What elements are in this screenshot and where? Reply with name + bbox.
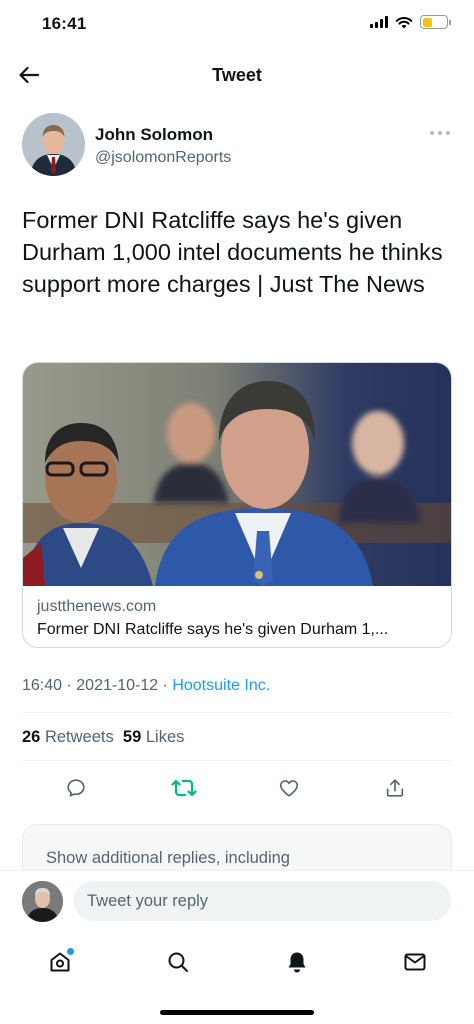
home-indicator <box>160 1010 314 1015</box>
retweet-button[interactable] <box>166 770 202 806</box>
tweet-author: John Solomon @jsolomonReports <box>22 113 452 179</box>
card-title: Former DNI Ratcliffe says he's given Dur… <box>37 621 389 638</box>
retweets-count: 26 <box>22 728 41 746</box>
nav-home[interactable] <box>40 942 80 982</box>
status-icons <box>370 15 451 29</box>
card-image <box>23 363 451 586</box>
user-avatar-image <box>22 881 63 922</box>
user-avatar[interactable] <box>22 881 63 922</box>
battery-icon <box>420 15 451 29</box>
tweet-text: Former DNI Ratcliffe says he's given Dur… <box>22 207 443 297</box>
bottom-navigation <box>0 930 474 1024</box>
retweet-icon <box>171 779 197 797</box>
reply-input[interactable] <box>73 881 451 921</box>
meta-separator: · <box>158 677 173 694</box>
meta-separator: · <box>62 677 77 694</box>
tweet-source-link[interactable]: Hootsuite Inc. <box>172 677 270 694</box>
author-handle[interactable]: @jsolomonReports <box>95 149 231 167</box>
card-photo <box>23 363 451 586</box>
reply-bar <box>0 870 474 930</box>
author-avatar[interactable] <box>22 113 85 176</box>
messages-icon <box>404 953 426 971</box>
retweets-label: Retweets <box>44 728 114 746</box>
tweet-date: 2021-10-12 <box>76 677 159 694</box>
dot <box>430 131 434 135</box>
reply-button[interactable] <box>58 770 94 806</box>
like-icon <box>279 780 299 797</box>
likes-count: 59 <box>122 728 142 746</box>
wifi-icon <box>395 16 413 28</box>
nav-search[interactable] <box>158 942 198 982</box>
likes-stat[interactable]: 59 Likes <box>123 728 184 746</box>
share-button[interactable] <box>377 770 413 806</box>
notification-dot <box>67 948 74 955</box>
status-bar: 16:41 <box>0 0 474 48</box>
tweet-meta: 16:40 · 2021-10-12 · Hootsuite Inc. <box>22 677 270 695</box>
card-domain: justthenews.com <box>37 598 157 615</box>
author-name[interactable]: John Solomon <box>95 125 213 145</box>
more-options-button[interactable] <box>428 125 452 141</box>
avatar-image <box>22 113 85 176</box>
link-preview-card[interactable]: justthenews.com Former DNI Ratcliffe say… <box>22 362 452 648</box>
tweet-time: 16:40 <box>22 677 63 694</box>
search-icon <box>168 952 188 972</box>
page-title: Tweet <box>212 65 262 85</box>
like-button[interactable] <box>271 770 307 806</box>
nav-messages[interactable] <box>395 942 435 982</box>
tweet-actions <box>22 770 452 806</box>
tweet-stats: 26 Retweets 59 Likes <box>22 728 184 747</box>
retweets-stat[interactable]: 26 Retweets <box>22 728 114 746</box>
likes-label: Likes <box>145 728 185 746</box>
dot <box>438 131 442 135</box>
dot <box>446 131 450 135</box>
notifications-icon <box>288 952 306 973</box>
header: Tweet <box>0 52 474 98</box>
reply-icon <box>67 779 85 797</box>
signal-icon <box>370 16 388 28</box>
battery-fill <box>422 17 432 27</box>
nav-notifications[interactable] <box>277 942 317 982</box>
share-icon <box>386 779 404 797</box>
divider <box>22 712 452 713</box>
divider <box>22 760 452 761</box>
status-time: 16:41 <box>42 14 87 33</box>
more-replies-label: Show additional replies, including <box>46 849 290 867</box>
